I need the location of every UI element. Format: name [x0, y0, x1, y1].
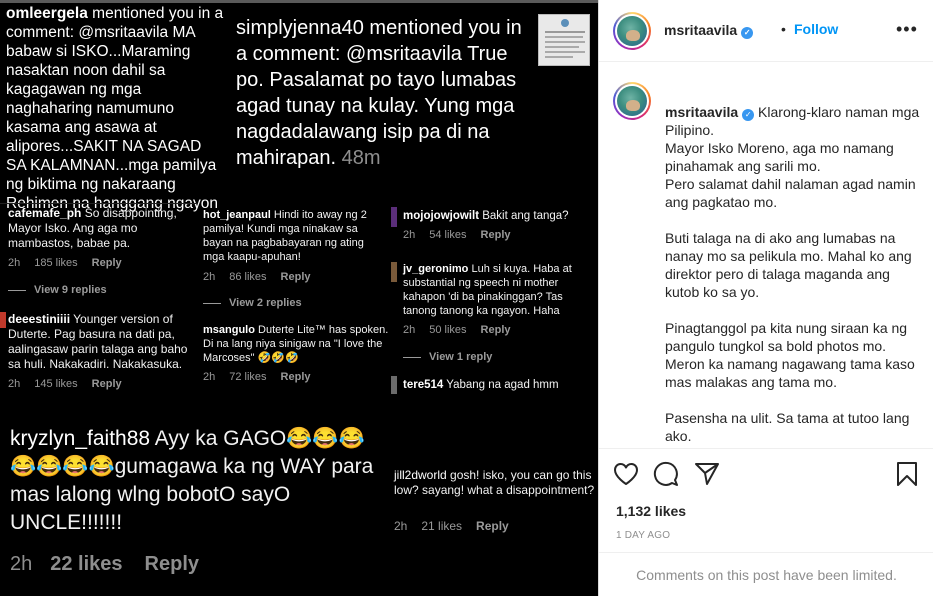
mention-username: omleergela [6, 5, 88, 22]
comment-meta: 2h 145 likes Reply [8, 378, 136, 390]
avatar [0, 312, 6, 328]
separator-dot: • [781, 21, 786, 37]
reply-button: Reply [476, 519, 509, 533]
comment-text: Yabang na agad hmm [443, 379, 559, 391]
avatar[interactable] [613, 12, 651, 50]
verified-icon: ✓ [742, 109, 755, 121]
mention-panel-simplyjenna40: simplyjenna40 mentioned you in a comment… [236, 15, 526, 171]
post-caption: msritaavila ✓ Klarong-klaro naman mga Pil… [665, 85, 927, 445]
comment-meta: 2h 72 likes Reply [203, 371, 325, 383]
comment-jill2dworld: jill2dworld gosh! isko, you can go this … [394, 468, 596, 498]
comment-likes: 54 likes [429, 229, 467, 241]
comment-meta: 2h 54 likes Reply [403, 229, 525, 241]
caption-text: Klarong-klaro naman mga Pilipino. Mayor … [665, 104, 920, 444]
comment-text: Bakit ang tanga? [479, 210, 569, 222]
caption-avatar[interactable] [613, 82, 651, 120]
comment-meta: 2h 86 likes Reply [203, 271, 325, 283]
mention-text: mentioned you in a comment: @msritaavila… [6, 5, 224, 212]
comment-likes: 185 likes [34, 257, 78, 269]
likes-count[interactable]: 1,132 likes [616, 503, 686, 519]
comment-likes: 145 likes [34, 378, 78, 390]
comment-mojojowjowilt: mojojowjowilt Bakit ang tanga? [403, 209, 593, 224]
comment-username: jill2dworld [394, 468, 447, 482]
bookmark-icon[interactable] [896, 461, 918, 487]
reply-button: Reply [280, 371, 311, 383]
comment-cafemafe: cafemafe_ph So disappointing, Mayor Isko… [8, 206, 194, 251]
mention-time: 48m [341, 147, 381, 169]
comment-time: 2h [203, 371, 216, 383]
post-header: msritaavila ✓ • Follow ••• [599, 0, 933, 62]
avatar [391, 376, 397, 394]
comment-username: cafemafe_ph [8, 206, 82, 220]
comment-kryzlyn: kryzlyn_faith88 Ayy ka GAGO😂😂😂😂😂😂😂gumaga… [10, 425, 390, 537]
divider [0, 203, 197, 204]
comment-username: kryzlyn_faith88 [10, 427, 151, 450]
comment-time: 2h [403, 324, 416, 336]
reply-button: Reply [280, 271, 311, 283]
post-sidebar: msritaavila ✓ • Follow ••• msritaavila ✓ K… [598, 0, 933, 596]
reply-button: Reply [91, 378, 122, 390]
comment-tere514: tere514 Yabang na agad hmm [403, 378, 593, 393]
comment-msangulo: msangulo Duterte Lite™ has spoken. Di na… [203, 323, 389, 365]
comment-username: msangulo [203, 324, 255, 336]
comment-username: jv_geronimo [403, 263, 469, 275]
avatar [391, 262, 397, 282]
more-icon[interactable]: ••• [896, 20, 918, 38]
comment-meta: 2h 21 likes Reply [394, 519, 523, 533]
share-icon[interactable] [694, 462, 720, 486]
verified-icon: ✓ [741, 27, 754, 39]
comment-time: 2h [10, 553, 33, 575]
post-date[interactable]: 1 DAY AGO [616, 530, 670, 541]
reply-button: Reply [144, 553, 200, 575]
comment-deeestiniiii: deeestiniiii Younger version of Duterte.… [8, 312, 196, 372]
comment-hot-jeanpaul: hot_jeanpaul Hindi ito away ng 2 pamilya… [203, 208, 385, 264]
comment-meta: 2h 185 likes Reply [8, 257, 136, 269]
follow-button[interactable]: Follow [794, 21, 838, 37]
comment-jv-geronimo: jv_geronimo Luh si kuya. Haba at substan… [403, 262, 595, 318]
reply-button: Reply [480, 229, 511, 241]
reply-button: Reply [91, 257, 122, 269]
comment-meta: 2h 22 likes Reply [10, 553, 213, 576]
view-replies: View 2 replies [203, 297, 302, 309]
reply-button: Reply [480, 324, 511, 336]
view-replies: View 1 reply [403, 351, 492, 363]
view-replies: View 9 replies [8, 284, 107, 296]
post-image: omleergela mentioned you in a comment: @… [0, 0, 598, 596]
comment-likes: 72 likes [229, 371, 267, 383]
comment-time: 2h [8, 257, 21, 269]
comments-limited-notice: Comments on this post have been limited. [599, 552, 933, 596]
comment-time: 2h [403, 229, 416, 241]
avatar [391, 207, 397, 227]
mention-username: simplyjenna40 [236, 17, 364, 39]
comment-time: 2h [8, 378, 21, 390]
comment-likes: 50 likes [429, 324, 467, 336]
image-top-strip [0, 0, 598, 3]
comment-likes: 86 likes [229, 271, 267, 283]
comment-username: deeestiniiii [8, 312, 71, 326]
heart-icon[interactable] [613, 462, 639, 486]
comment-username: hot_jeanpaul [203, 209, 271, 221]
username-link[interactable]: msritaavila [664, 22, 737, 38]
comment-time: 2h [203, 271, 216, 283]
post-author[interactable]: msritaavila ✓ [664, 22, 754, 39]
comment-likes: 21 likes [421, 519, 463, 533]
comment-meta: 2h 50 likes Reply [403, 324, 525, 336]
comment-icon[interactable] [653, 461, 679, 487]
mention-thumbnail [538, 14, 590, 66]
caption-username[interactable]: msritaavila [665, 104, 738, 120]
comment-likes: 22 likes [50, 553, 123, 575]
comment-username: mojojowjowilt [403, 210, 480, 222]
mention-panel-omleergela: omleergela mentioned you in a comment: @… [6, 4, 224, 213]
comment-time: 2h [394, 519, 408, 533]
comment-username: tere514 [403, 379, 444, 391]
